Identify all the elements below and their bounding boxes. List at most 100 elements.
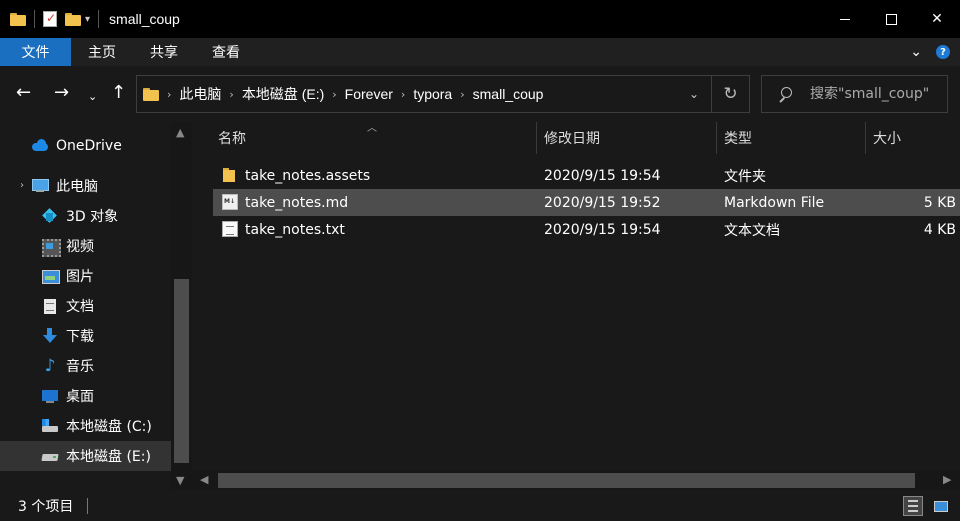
- column-divider[interactable]: [716, 122, 717, 154]
- file-list: 名称 ︿ 修改日期 类型 大小 take_notes.assets 2020/9…: [192, 122, 960, 490]
- close-button[interactable]: ✕: [914, 0, 960, 38]
- sidebar-item-label: 下载: [66, 329, 94, 345]
- scroll-right-icon[interactable]: ▶: [943, 473, 951, 486]
- column-divider[interactable]: [865, 122, 866, 154]
- computer-icon: [31, 178, 49, 194]
- breadcrumb-separator-chevron-right-icon[interactable]: ›: [401, 88, 405, 101]
- scrollbar-thumb[interactable]: [174, 279, 189, 463]
- customize-toolbar-chevron-down-icon[interactable]: ▾: [85, 14, 90, 25]
- navigation-scrollbar[interactable]: ▲ ▼: [171, 122, 192, 490]
- column-header-size[interactable]: 大小: [873, 122, 901, 154]
- breadcrumb-separator-chevron-right-icon[interactable]: ›: [460, 88, 464, 101]
- large-icons-view-button[interactable]: [931, 496, 951, 516]
- table-row[interactable]: take_notes.md 2020/9/15 19:52 Markdown F…: [213, 189, 960, 216]
- tab-file[interactable]: 文件: [0, 38, 71, 66]
- new-folder-icon[interactable]: [65, 12, 81, 26]
- ribbon-tabs: 文件 主页 共享 查看 ⌄ ?: [0, 38, 960, 66]
- breadcrumb-separator-chevron-right-icon[interactable]: ›: [167, 88, 171, 101]
- document-icon: [41, 298, 59, 314]
- breadcrumb-separator-chevron-right-icon[interactable]: ›: [332, 88, 336, 101]
- download-icon: [41, 328, 59, 344]
- details-view-icon: [908, 500, 918, 512]
- search-icon: [778, 87, 792, 101]
- cube-icon: [41, 208, 59, 224]
- address-bar[interactable]: › 此电脑 › 本地磁盘 (E:) › Forever › typora › s…: [136, 75, 750, 113]
- close-icon: ✕: [931, 11, 943, 27]
- scroll-up-icon[interactable]: ▲: [176, 126, 184, 139]
- folder-icon: [222, 167, 238, 183]
- desktop-icon: [41, 388, 59, 404]
- sidebar-item-downloads[interactable]: 下载: [0, 321, 171, 351]
- breadcrumb-separator-chevron-right-icon[interactable]: ›: [229, 88, 233, 101]
- breadcrumb-forever[interactable]: Forever: [345, 86, 393, 102]
- address-history-chevron-down-icon[interactable]: ⌄: [689, 87, 699, 101]
- column-header-date[interactable]: 修改日期: [544, 122, 600, 154]
- file-size: 4 KB: [923, 221, 956, 238]
- expand-ribbon-chevron-down-icon[interactable]: ⌄: [910, 44, 922, 60]
- breadcrumb-drive-e[interactable]: 本地磁盘 (E:): [242, 84, 324, 104]
- quick-access-toolbar: ▾: [0, 0, 107, 38]
- file-name: take_notes.assets: [245, 167, 371, 184]
- drive-c-icon: [41, 418, 59, 434]
- breadcrumb-typora[interactable]: typora: [413, 86, 452, 102]
- sidebar-item-3d-objects[interactable]: 3D 对象: [0, 201, 171, 231]
- details-view-button[interactable]: [903, 496, 923, 516]
- tab-share[interactable]: 共享: [133, 38, 195, 66]
- minimize-button[interactable]: [822, 0, 868, 38]
- toolbar-divider: [34, 10, 35, 28]
- breadcrumb-this-pc[interactable]: 此电脑: [179, 84, 221, 104]
- sidebar-item-desktop[interactable]: 桌面: [0, 381, 171, 411]
- horizontal-scrollbar[interactable]: ◀ ▶: [192, 470, 960, 490]
- status-bar: 3 个项目: [0, 490, 960, 521]
- sidebar-item-pictures[interactable]: 图片: [0, 261, 171, 291]
- help-icon[interactable]: ?: [936, 45, 950, 59]
- sidebar-item-documents[interactable]: 文档: [0, 291, 171, 321]
- cloud-icon: [31, 138, 49, 154]
- properties-icon[interactable]: [43, 11, 57, 27]
- text-file-icon: [222, 221, 238, 237]
- maximize-button[interactable]: [868, 0, 914, 38]
- file-size: 5 KB: [923, 194, 956, 211]
- refresh-icon[interactable]: ↻: [711, 76, 749, 112]
- column-header-name[interactable]: 名称: [218, 122, 246, 154]
- scroll-down-icon[interactable]: ▼: [176, 474, 184, 487]
- sidebar-item-drive-c[interactable]: 本地磁盘 (C:): [0, 411, 171, 441]
- tab-home[interactable]: 主页: [71, 38, 133, 66]
- breadcrumb-small-coup[interactable]: small_coup: [473, 86, 544, 102]
- status-divider: [87, 497, 89, 514]
- sidebar-item-this-pc[interactable]: 此电脑: [0, 171, 171, 201]
- scrollbar-thumb[interactable]: [218, 473, 915, 488]
- tab-view[interactable]: 查看: [195, 38, 257, 66]
- sort-ascending-chevron-up-icon: ︿: [367, 123, 377, 134]
- recent-locations-chevron-down-icon[interactable]: ⌄: [88, 88, 97, 106]
- up-arrow-icon[interactable]: ↑: [111, 84, 126, 102]
- back-arrow-icon[interactable]: ←: [16, 84, 31, 102]
- column-header-label: 名称: [218, 131, 246, 147]
- search-box[interactable]: [761, 75, 948, 113]
- video-icon: [41, 238, 61, 257]
- table-row[interactable]: take_notes.assets 2020/9/15 19:54 文件夹: [213, 162, 960, 189]
- sidebar-item-drive-e[interactable]: 本地磁盘 (E:): [0, 441, 171, 471]
- column-divider[interactable]: [536, 122, 537, 154]
- column-header-type[interactable]: 类型: [724, 122, 752, 154]
- markdown-file-icon: [222, 194, 238, 210]
- sidebar-item-label: 3D 对象: [66, 209, 119, 225]
- sidebar-item-label: 此电脑: [56, 179, 98, 195]
- forward-arrow-icon[interactable]: →: [54, 84, 69, 102]
- navigation-pane: OneDrive › 此电脑 3D 对象 视频 图片 文档 下载 ♪ 音乐 桌面…: [0, 122, 192, 490]
- sidebar-item-videos[interactable]: 视频: [0, 231, 171, 261]
- scroll-left-icon[interactable]: ◀: [200, 473, 208, 486]
- file-type: Markdown File: [724, 194, 825, 211]
- picture-icon: [41, 268, 60, 284]
- sidebar-item-onedrive[interactable]: OneDrive: [0, 131, 171, 161]
- sidebar-item-label: OneDrive: [56, 138, 122, 154]
- sidebar-item-label: 音乐: [66, 359, 94, 375]
- file-date: 2020/9/15 19:54: [544, 167, 661, 184]
- table-row[interactable]: take_notes.txt 2020/9/15 19:54 文本文档 4 KB: [213, 216, 960, 243]
- sidebar-item-label: 视频: [66, 239, 94, 255]
- sidebar-item-music[interactable]: ♪ 音乐: [0, 351, 171, 381]
- ribbon-right-controls: ⌄ ?: [910, 38, 960, 66]
- file-date: 2020/9/15 19:52: [544, 194, 661, 211]
- file-type: 文本文档: [724, 222, 780, 239]
- search-input[interactable]: [810, 86, 940, 102]
